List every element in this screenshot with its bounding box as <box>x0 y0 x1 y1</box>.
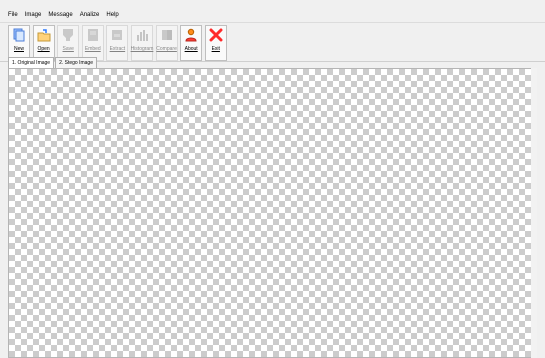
open-label: Open <box>37 46 50 52</box>
menu-message[interactable]: Message <box>48 10 72 20</box>
menu-help[interactable]: Help <box>106 10 118 20</box>
save-label: Save <box>62 46 74 52</box>
exit-button[interactable]: Exit <box>204 25 227 61</box>
save-icon <box>63 29 74 41</box>
about-button[interactable]: About <box>180 25 203 61</box>
compare-icon <box>161 30 172 40</box>
tabs: 1. Original Image 2. Stego Image <box>8 56 98 68</box>
embed-label: Embed <box>84 46 101 52</box>
exit-label: Exit <box>211 46 220 52</box>
tab-stego-image[interactable]: 2. Stego Image <box>55 57 97 68</box>
histogram-icon <box>136 30 148 41</box>
menu-image[interactable]: Image <box>25 10 42 20</box>
new-label: New <box>13 46 24 52</box>
user-icon <box>185 28 197 42</box>
tab-original-image[interactable]: 1. Original Image <box>8 57 55 68</box>
histogram-label: Histogram <box>130 46 154 52</box>
menu-bar: File Image Message Analize Help <box>0 8 545 22</box>
open-folder-icon <box>37 29 51 42</box>
extract-icon <box>112 30 123 40</box>
histogram-button[interactable]: Histogram <box>131 25 153 61</box>
about-label: About <box>184 46 198 52</box>
extract-label: Extract <box>109 46 126 52</box>
close-icon <box>209 28 223 42</box>
menu-analize[interactable]: Analize <box>80 10 100 20</box>
vertical-scrollbar[interactable] <box>531 68 537 358</box>
image-canvas[interactable] <box>8 68 536 358</box>
new-icon <box>13 28 25 42</box>
menu-file[interactable]: File <box>8 10 18 20</box>
compare-button[interactable]: Compare <box>155 25 178 61</box>
compare-label: Compare <box>156 46 177 52</box>
extract-button[interactable]: Extract <box>106 25 129 61</box>
embed-icon <box>87 29 98 41</box>
